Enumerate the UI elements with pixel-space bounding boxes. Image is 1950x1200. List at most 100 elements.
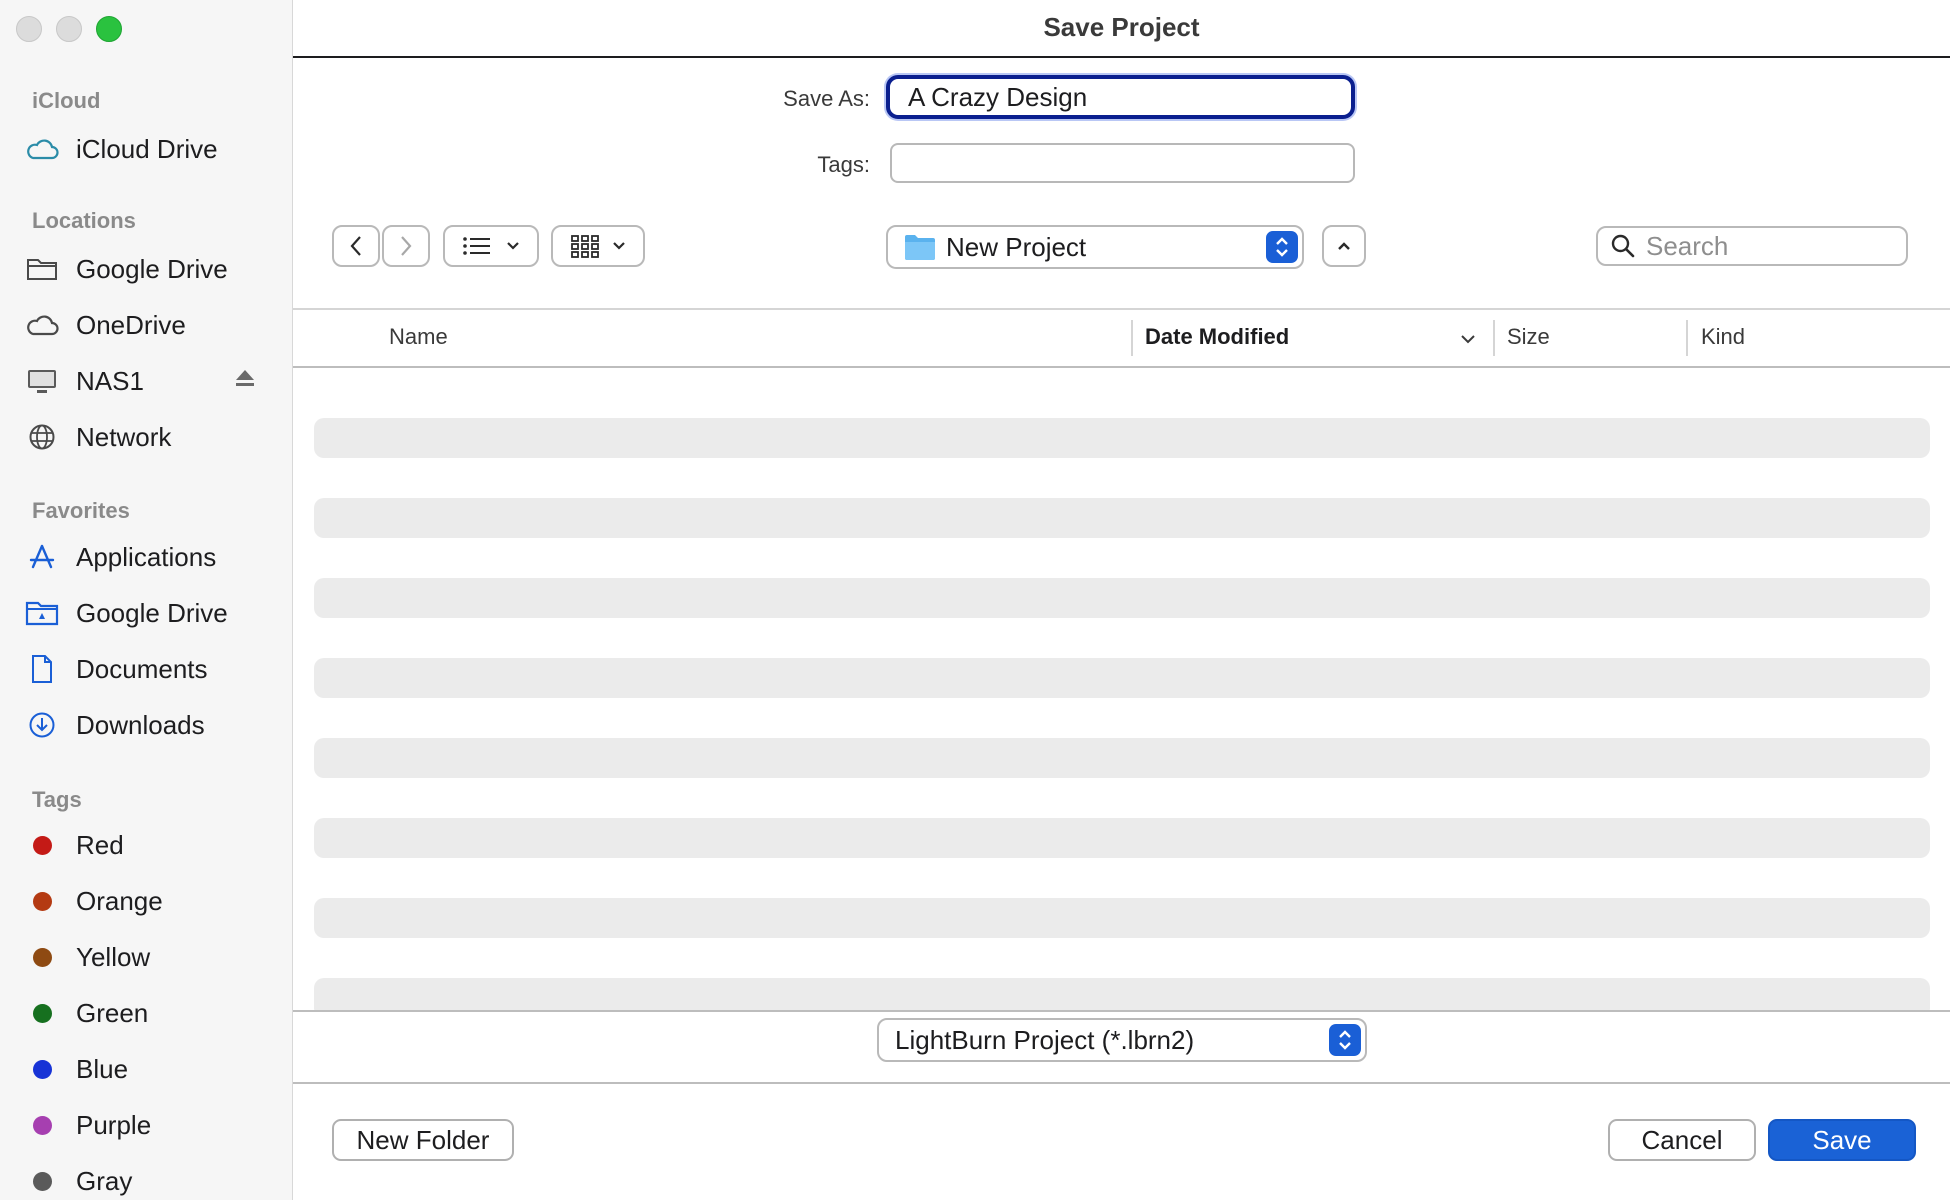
drive-folder-icon bbox=[24, 595, 60, 631]
search-icon bbox=[1611, 234, 1635, 258]
save-as-field[interactable]: A Crazy Design bbox=[886, 75, 1355, 119]
sidebar-item-label: Applications bbox=[76, 541, 217, 572]
back-button[interactable] bbox=[332, 225, 380, 267]
save-button[interactable]: Save bbox=[1768, 1119, 1916, 1161]
cancel-button[interactable]: Cancel bbox=[1608, 1119, 1756, 1161]
sidebar-item-label: Blue bbox=[76, 1053, 129, 1084]
sidebar-item-label: Network bbox=[76, 421, 172, 452]
sidebar-item-label: Documents bbox=[76, 653, 208, 684]
forward-button[interactable] bbox=[382, 225, 430, 267]
sidebar-item-tag-yellow[interactable]: Yellow bbox=[24, 934, 274, 980]
column-divider[interactable] bbox=[1131, 320, 1133, 356]
sidebar-item-label: Yellow bbox=[76, 941, 151, 972]
new-folder-button[interactable]: New Folder bbox=[332, 1119, 514, 1161]
column-divider[interactable] bbox=[1686, 320, 1688, 356]
column-name[interactable]: Name bbox=[389, 324, 448, 350]
sidebar-item-icloud-drive[interactable]: iCloud Drive bbox=[24, 126, 274, 172]
sidebar-item-google-drive-favorite[interactable]: Google Drive bbox=[24, 590, 274, 636]
save-dialog: iCloud iCloud Drive Locations Google Dri… bbox=[0, 0, 1950, 1200]
location-popup[interactable]: New Project bbox=[886, 225, 1304, 269]
tag-dot-icon bbox=[24, 1107, 60, 1143]
chevron-down-icon bbox=[507, 242, 519, 250]
current-folder-label: New Project bbox=[946, 231, 1087, 262]
sidebar-item-documents[interactable]: Documents bbox=[24, 646, 274, 692]
sidebar-heading-icloud: iCloud bbox=[32, 88, 101, 113]
chevron-left-icon bbox=[350, 236, 361, 256]
popup-stepper-icon bbox=[1329, 1024, 1361, 1056]
sidebar-item-label: NAS1 bbox=[76, 365, 144, 396]
file-format-label: LightBurn Project (*.lbrn2) bbox=[895, 1024, 1195, 1055]
eject-icon[interactable] bbox=[234, 368, 256, 393]
download-icon bbox=[24, 707, 60, 743]
sort-chevron-icon[interactable] bbox=[1460, 334, 1476, 344]
placeholder-row bbox=[314, 738, 1930, 778]
placeholder-row bbox=[314, 818, 1930, 858]
minimize-window-button[interactable] bbox=[56, 16, 82, 42]
sidebar-item-tag-purple[interactable]: Purple bbox=[24, 1102, 274, 1148]
sidebar-item-label: Red bbox=[76, 829, 124, 860]
tag-dot-icon bbox=[24, 883, 60, 919]
popup-stepper-icon bbox=[1266, 231, 1298, 263]
sidebar-item-google-drive-location[interactable]: Google Drive bbox=[24, 246, 274, 292]
sidebar-item-network[interactable]: Network bbox=[24, 414, 274, 460]
expand-collapse-button[interactable] bbox=[1322, 225, 1366, 267]
sidebar-item-label: Downloads bbox=[76, 709, 205, 740]
zoom-window-button[interactable] bbox=[96, 16, 122, 42]
placeholder-row bbox=[314, 658, 1930, 698]
placeholder-row bbox=[314, 578, 1930, 618]
document-icon bbox=[24, 651, 60, 687]
sidebar-item-label: Google Drive bbox=[76, 597, 228, 628]
sidebar-heading-tags: Tags bbox=[32, 787, 82, 812]
globe-icon bbox=[24, 419, 60, 455]
sidebar-heading-favorites: Favorites bbox=[32, 498, 130, 523]
sidebar-item-onedrive[interactable]: OneDrive bbox=[24, 302, 274, 348]
column-divider[interactable] bbox=[1493, 320, 1495, 356]
search-placeholder: Search bbox=[1646, 230, 1729, 261]
tags-label: Tags: bbox=[817, 152, 870, 177]
view-grid-button[interactable] bbox=[551, 225, 645, 267]
icloud-icon bbox=[24, 131, 60, 167]
grid-view-icon bbox=[571, 235, 599, 258]
chevron-up-icon bbox=[1338, 242, 1350, 250]
tag-dot-icon bbox=[24, 1163, 60, 1199]
tag-dot-icon bbox=[24, 939, 60, 975]
file-format-popup[interactable]: LightBurn Project (*.lbrn2) bbox=[877, 1018, 1367, 1062]
chevron-right-icon bbox=[401, 236, 412, 256]
column-kind[interactable]: Kind bbox=[1701, 324, 1745, 350]
column-header: Name Date Modified Size Kind bbox=[293, 308, 1950, 368]
folder-icon bbox=[24, 251, 60, 287]
sidebar-item-label: Green bbox=[76, 997, 149, 1028]
placeholder-row bbox=[314, 418, 1930, 458]
view-list-button[interactable] bbox=[443, 225, 539, 267]
column-size[interactable]: Size bbox=[1507, 324, 1550, 350]
search-field[interactable]: Search bbox=[1596, 226, 1908, 266]
list-view-icon bbox=[463, 237, 490, 255]
save-as-value: A Crazy Design bbox=[908, 81, 1088, 112]
sidebar: iCloud iCloud Drive Locations Google Dri… bbox=[0, 0, 293, 1200]
save-as-label: Save As: bbox=[783, 86, 870, 111]
sidebar-item-downloads[interactable]: Downloads bbox=[24, 702, 274, 748]
file-list[interactable] bbox=[314, 418, 1930, 1011]
sidebar-item-applications[interactable]: Applications bbox=[24, 534, 274, 580]
placeholder-row bbox=[314, 898, 1930, 938]
placeholder-row bbox=[314, 978, 1930, 1011]
sidebar-item-label: iCloud Drive bbox=[76, 133, 218, 164]
sidebar-item-nas1[interactable]: NAS1 bbox=[24, 358, 274, 404]
sidebar-item-tag-orange[interactable]: Orange bbox=[24, 878, 274, 924]
close-window-button[interactable] bbox=[16, 16, 42, 42]
title-bar: Save Project bbox=[293, 0, 1950, 58]
applications-icon bbox=[24, 539, 60, 575]
sidebar-item-label: OneDrive bbox=[76, 309, 186, 340]
folder-icon bbox=[905, 235, 935, 260]
sidebar-item-tag-red[interactable]: Red bbox=[24, 822, 274, 868]
chevron-down-icon bbox=[613, 242, 625, 250]
tag-dot-icon bbox=[24, 995, 60, 1031]
sidebar-item-tag-gray[interactable]: Gray bbox=[24, 1158, 274, 1200]
placeholder-row bbox=[314, 498, 1930, 538]
tags-field[interactable] bbox=[890, 143, 1355, 183]
sidebar-item-tag-green[interactable]: Green bbox=[24, 990, 274, 1036]
cloud-icon bbox=[24, 307, 60, 343]
sidebar-item-tag-blue[interactable]: Blue bbox=[24, 1046, 274, 1092]
sidebar-item-label: Purple bbox=[76, 1109, 152, 1140]
column-date-modified[interactable]: Date Modified bbox=[1145, 324, 1289, 350]
